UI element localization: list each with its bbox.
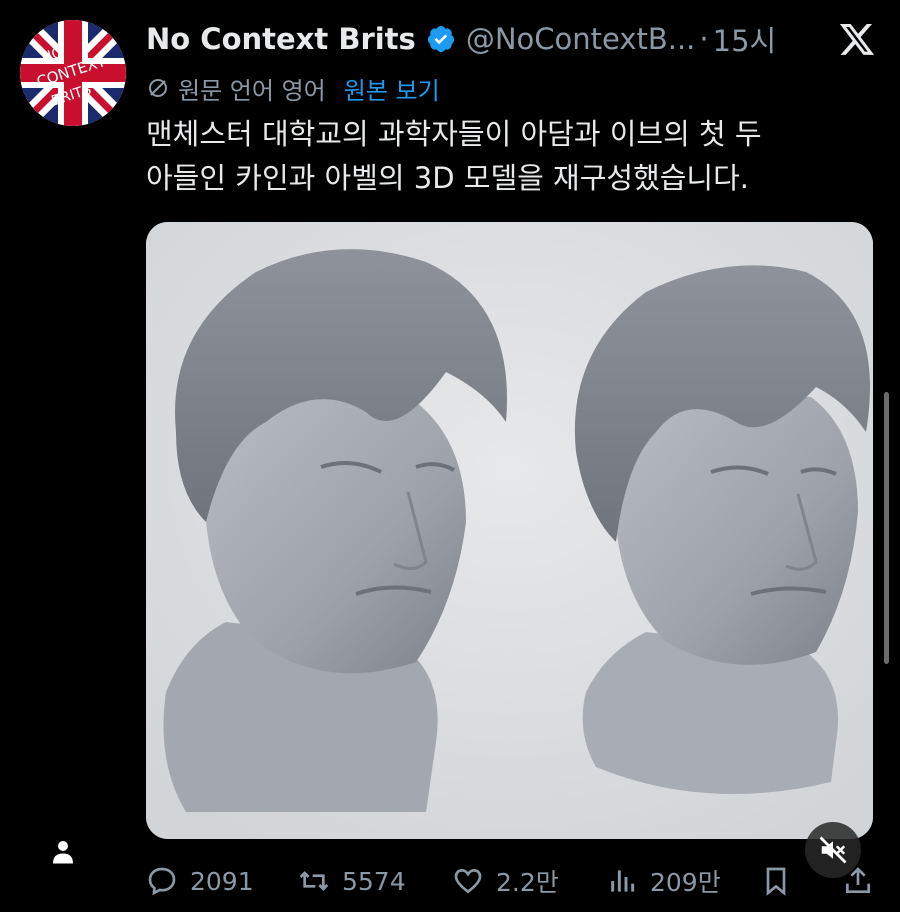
tweet-text-line: 아들인 카인과 아벨의 3D 모델을 재구성했습니다.	[146, 161, 750, 195]
views-button[interactable]: 209만	[606, 863, 721, 899]
timestamp[interactable]: 15시	[713, 18, 777, 60]
share-button[interactable]	[842, 865, 886, 897]
union-jack-avatar-image: NO CONTEXT BRITS	[20, 20, 126, 126]
views-icon	[611, 870, 635, 892]
views-count: 209만	[650, 868, 721, 897]
scrollbar[interactable]	[884, 392, 889, 664]
author-name[interactable]: No Context Brits	[146, 22, 416, 56]
verified-badge-icon	[427, 26, 454, 53]
author-handle[interactable]: @NoContextB...	[466, 22, 696, 56]
retweet-count: 5574	[342, 866, 406, 896]
retweet-icon	[299, 871, 329, 891]
translate-icon	[149, 79, 167, 97]
reply-button[interactable]: 2091	[146, 865, 254, 897]
action-bar: 2091 5574 2.2만 209만	[146, 858, 876, 904]
tweet-text-line: 맨체스터 대학교의 과학자들이 아담과 이브의 첫 두	[146, 117, 762, 151]
two-3d-head-models-image	[146, 222, 873, 839]
avatar[interactable]: NO CONTEXT BRITS	[20, 20, 126, 126]
profile-icon[interactable]	[48, 836, 78, 866]
tweet-text: 맨체스터 대학교의 과학자들이 아담과 이브의 첫 두 아들인 카인과 아벨의 …	[146, 112, 866, 200]
like-icon	[454, 868, 482, 894]
right-head-model	[574, 265, 870, 794]
translation-label: 원문 언어 영어	[178, 76, 326, 105]
like-button[interactable]: 2.2만	[452, 863, 559, 899]
bookmark-icon	[766, 867, 786, 896]
tweet-header: No Context Brits @NoContextB... · 15시	[146, 18, 876, 60]
bookmark-button[interactable]	[760, 865, 804, 897]
reply-icon	[148, 867, 176, 896]
show-original-link[interactable]: 원본 보기	[344, 71, 440, 106]
translation-row: 원문 언어 영어 원본 보기	[146, 70, 440, 106]
separator-dot: ·	[699, 22, 709, 56]
retweet-button[interactable]: 5574	[298, 865, 406, 897]
x-logo-icon[interactable]	[838, 20, 876, 58]
reply-count: 2091	[190, 866, 254, 896]
share-icon	[846, 867, 870, 893]
tweet-media-image[interactable]	[146, 222, 873, 839]
like-count: 2.2만	[496, 868, 559, 897]
